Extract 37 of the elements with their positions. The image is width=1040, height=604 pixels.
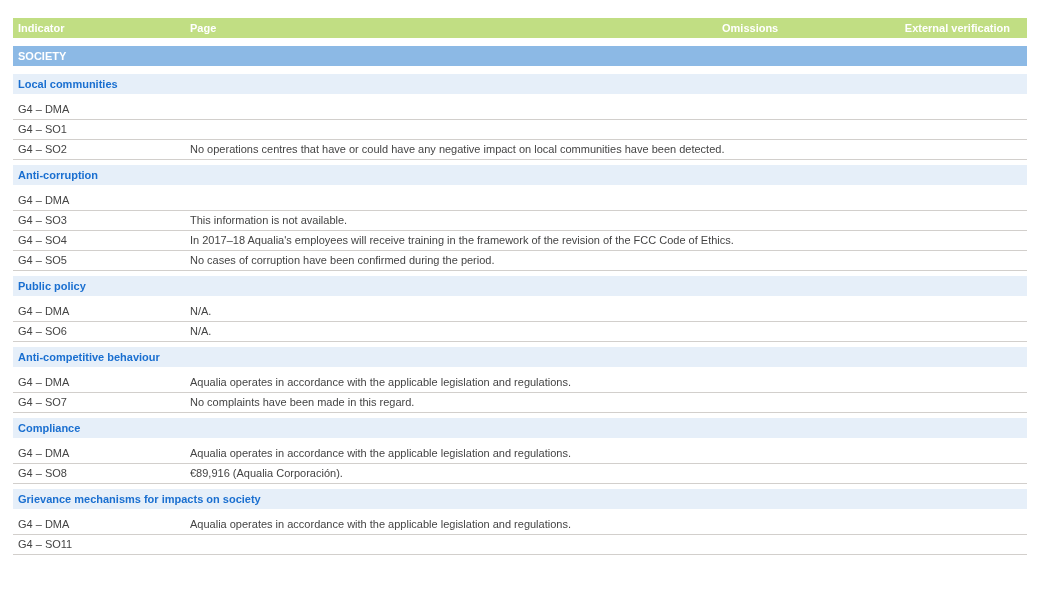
column-heading: Page bbox=[190, 21, 217, 34]
subsection-title: Anti-competitive behaviour bbox=[18, 349, 160, 365]
page-cell: €89,916 (Aqualia Corporación). bbox=[190, 467, 343, 480]
indicator-cell: G4 – SO3 bbox=[18, 214, 67, 227]
page-cell: Aqualia operates in accordance with the applicable legislation and regulations. bbox=[190, 447, 571, 460]
page-cell: Aqualia operates in accordance with the applicable legislation and regulations. bbox=[190, 376, 571, 389]
indicator-cell: G4 – SO6 bbox=[18, 325, 67, 338]
column-heading: External verification bbox=[904, 21, 1010, 34]
indicator-cell: G4 – SO8 bbox=[18, 467, 67, 480]
column-heading: Omissions bbox=[722, 21, 779, 34]
indicator-cell: G4 – SO7 bbox=[18, 396, 67, 409]
page-cell: Aqualia operates in accordance with the applicable legislation and regulations. bbox=[190, 518, 571, 531]
indicator-cell: G4 – DMA bbox=[18, 376, 70, 389]
page-cell: N/A. bbox=[190, 305, 212, 318]
page-cell: No operations centres that have or could have any negative impact on local communities have been detected. bbox=[190, 143, 725, 156]
column-heading: Indicator bbox=[18, 21, 65, 34]
indicator-cell: G4 – DMA bbox=[18, 194, 70, 207]
indicator-cell: G4 – DMA bbox=[18, 305, 70, 318]
indicator-cell: G4 – SO5 bbox=[18, 254, 67, 267]
indicator-cell: G4 – DMA bbox=[18, 103, 70, 116]
page-cell: N/A. bbox=[190, 325, 212, 338]
indicator-cell: G4 – SO4 bbox=[18, 234, 67, 247]
subsection-title: Compliance bbox=[18, 420, 81, 436]
page-cell: This information is not available. bbox=[190, 214, 348, 227]
page-cell: In 2017–18 Aqualia's employees will receive training in the framework of the revision of the FCC Code of Ethics. bbox=[190, 234, 734, 247]
subsection-title: Anti-corruption bbox=[18, 167, 99, 183]
section-title: SOCIETY bbox=[18, 48, 67, 64]
indicator-cell: G4 – SO11 bbox=[18, 538, 73, 551]
indicator-cell: G4 – DMA bbox=[18, 518, 70, 531]
indicator-cell: G4 – DMA bbox=[18, 447, 70, 460]
indicator-cell: G4 – SO1 bbox=[18, 123, 67, 136]
subsection-title: Grievance mechanisms for impacts on society bbox=[18, 491, 261, 507]
page-cell: No cases of corruption have been confirmed during the period. bbox=[190, 254, 495, 267]
page-cell: No complaints have been made in this regard. bbox=[190, 396, 415, 409]
indicator-cell: G4 – SO2 bbox=[18, 143, 67, 156]
subsection-title: Local communities bbox=[18, 76, 118, 92]
subsection-title: Public policy bbox=[18, 278, 86, 294]
